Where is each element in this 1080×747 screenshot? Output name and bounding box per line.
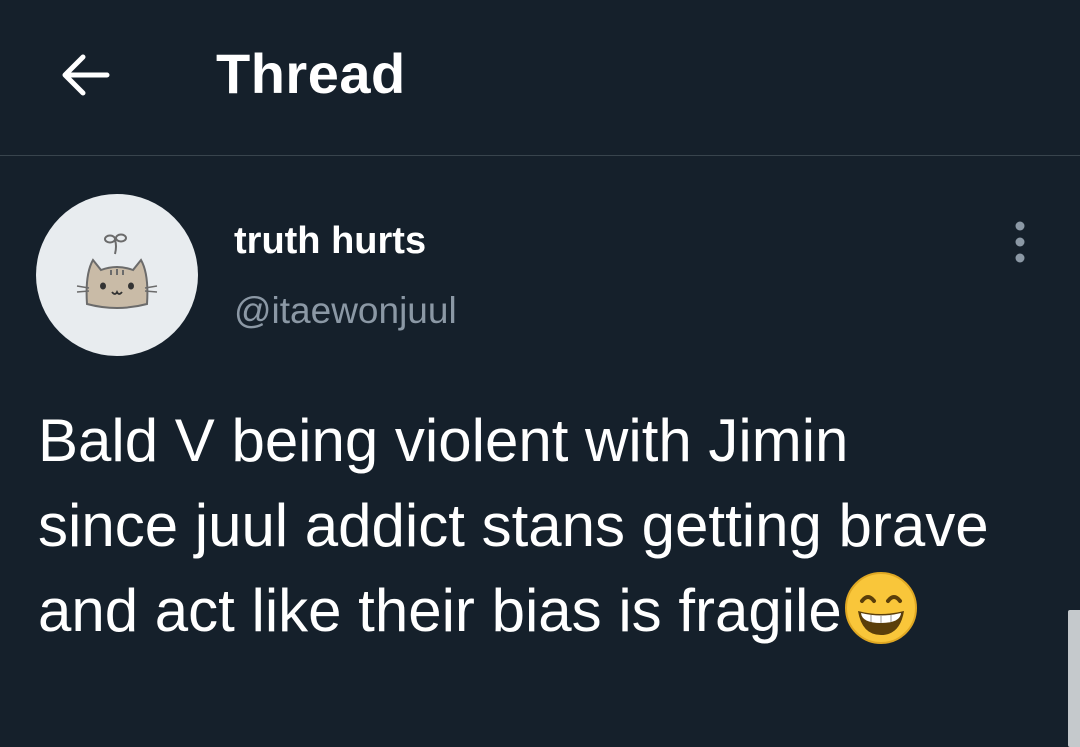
grinning-face-icon [844, 572, 917, 644]
cat-avatar-icon [76, 233, 158, 309]
back-button[interactable] [50, 40, 120, 110]
top-app-bar: Thread [0, 0, 1080, 156]
thread-screen: Thread truth hurts @itaewonjuul Bald V b… [0, 0, 1080, 747]
page-title: Thread [216, 42, 406, 105]
vertical-ellipsis-icon [1015, 221, 1025, 263]
user-handle[interactable]: @itaewonjuul [234, 288, 457, 334]
scrollbar[interactable] [1068, 610, 1080, 747]
more-options-button[interactable] [1000, 218, 1040, 266]
display-name[interactable]: truth hurts [234, 218, 426, 264]
tweet-body: Bald V being violent with Jimin since ju… [38, 398, 998, 653]
arrow-left-icon [62, 54, 110, 96]
avatar[interactable] [36, 194, 198, 356]
